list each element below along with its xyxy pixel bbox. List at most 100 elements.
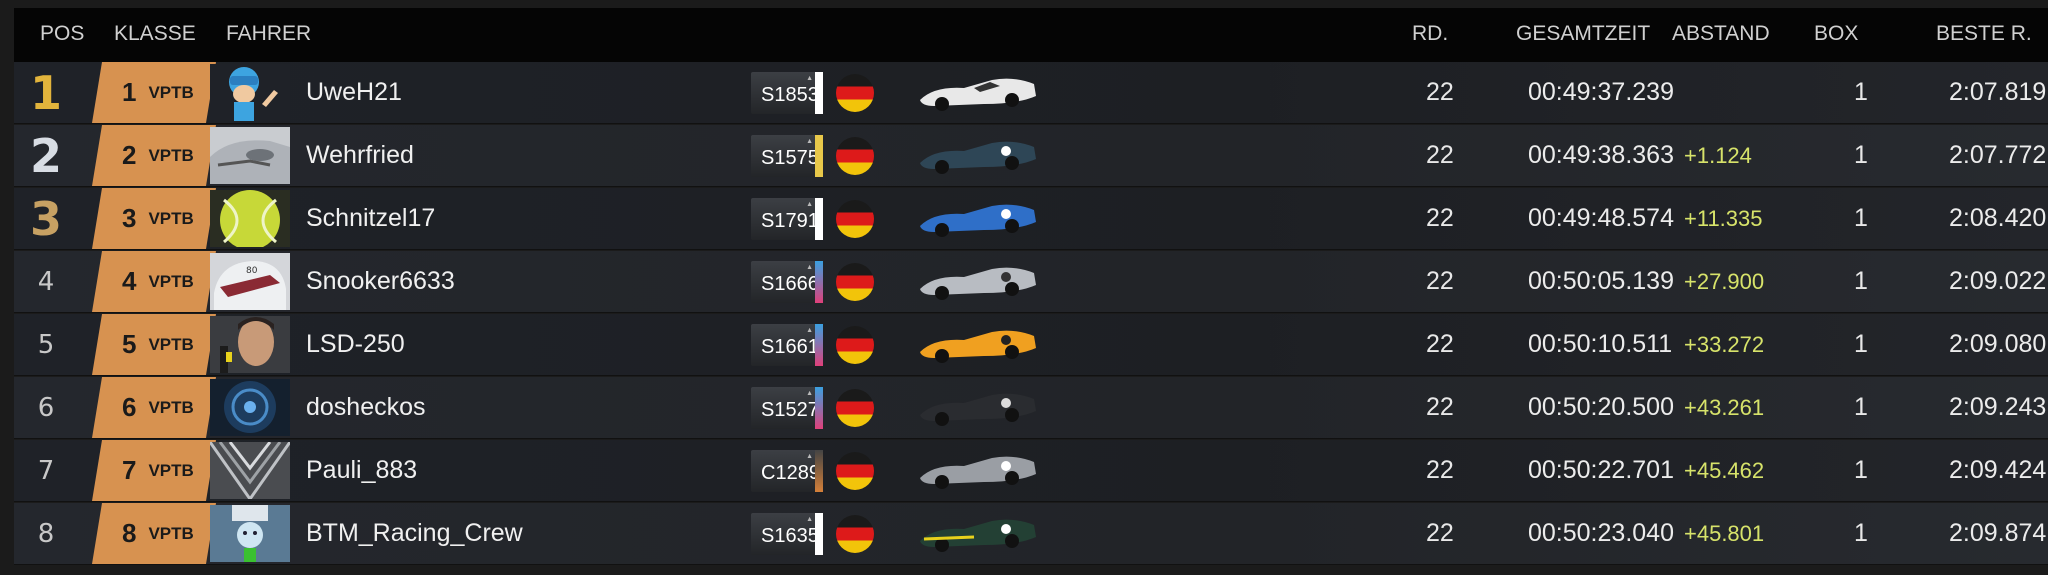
- germany-flag-icon: [836, 137, 874, 175]
- rating-stripe: [815, 261, 823, 303]
- total-time: 00:50:22.701: [1528, 456, 1674, 484]
- table-row[interactable]: 3 3 VPTB Schnitzel17 ▲ S1791 22 00:49:48…: [14, 188, 2048, 250]
- laps: 22: [1426, 330, 1454, 358]
- svg-text:80: 80: [246, 266, 258, 276]
- robot-avatar-icon: [210, 505, 290, 562]
- driver-name: Schnitzel17: [306, 204, 436, 232]
- laps: 22: [1426, 456, 1454, 484]
- total-time: 00:49:37.239: [1528, 78, 1674, 106]
- pit-stops: 1: [1854, 267, 1868, 295]
- gap: +45.462: [1684, 458, 1765, 483]
- total-time: 00:49:48.574: [1528, 204, 1674, 232]
- best-lap: 2:09.080: [1949, 330, 2047, 358]
- table-row[interactable]: 8 8 VPTB BTM_Racing_Crew ▲ S1635 22 00:5…: [14, 503, 2048, 565]
- cartoon-avatar-icon: [210, 64, 290, 121]
- driver-name: BTM_Racing_Crew: [306, 519, 523, 547]
- helmet-photo-avatar-icon: 80: [210, 253, 290, 310]
- pit-stops: 1: [1854, 78, 1868, 106]
- car-icon: [920, 204, 1036, 237]
- laps: 22: [1426, 204, 1454, 232]
- rating-logo-icon: ▲: [806, 75, 813, 82]
- results-list: 1 1 VPTB UweH21 ▲ S1853 22 00:49:37.239 …: [14, 62, 2048, 566]
- safety-rating-badge: ▲ S1527: [751, 387, 823, 429]
- best-lap: 2:07.772: [1949, 141, 2047, 169]
- laps: 22: [1426, 519, 1454, 547]
- class-badge: 5 VPTB: [92, 314, 216, 375]
- gap: +43.261: [1684, 395, 1765, 420]
- table-row[interactable]: 7 7 VPTB Pauli_883 ▲ C1289 22 00:50:22.7…: [14, 440, 2048, 502]
- germany-flag-icon: [836, 515, 874, 553]
- pit-stops: 1: [1854, 393, 1868, 421]
- gap: +45.801: [1684, 521, 1765, 546]
- table-row[interactable]: 2 2 VPTB Wehrfried ▲ S1575 22 00:49:38.3…: [14, 125, 2048, 187]
- laps: 22: [1426, 141, 1454, 169]
- car-icon: [920, 267, 1036, 300]
- germany-flag-icon: [836, 326, 874, 364]
- germany-flag-icon: [836, 263, 874, 301]
- position: 6: [37, 392, 55, 423]
- header-pos: POS: [40, 22, 85, 45]
- driver-name: LSD-250: [306, 330, 405, 358]
- total-time: 00:50:05.139: [1528, 267, 1674, 295]
- class-badge: 2 VPTB: [92, 125, 216, 186]
- gap: +1.124: [1684, 143, 1752, 168]
- total-time: 00:50:20.500: [1528, 393, 1674, 421]
- class-name: VPTB: [148, 397, 194, 417]
- rating-logo-icon: ▲: [806, 453, 813, 460]
- rating-stripe: [815, 72, 823, 114]
- class-badge: 8 VPTB: [92, 503, 216, 564]
- class-name: VPTB: [148, 460, 194, 480]
- position: 2: [29, 128, 62, 183]
- rating-stripe: [815, 324, 823, 366]
- gap: +11.335: [1684, 206, 1763, 231]
- safety-rating-badge: ▲ S1791: [751, 198, 823, 240]
- rating-stripe: [815, 135, 823, 177]
- table-header: POS KLASSE FAHRER RD. GESAMTZEIT ABSTAND…: [14, 8, 2048, 62]
- table-row[interactable]: 4 4 VPTB 80 Snooker6633 ▲ S1666 22 00:50…: [14, 251, 2048, 313]
- driver-name: UweH21: [306, 78, 402, 106]
- pit-stops: 1: [1854, 456, 1868, 484]
- total-time: 00:50:23.040: [1528, 519, 1674, 547]
- germany-flag-icon: [836, 200, 874, 238]
- avatar: [210, 442, 290, 499]
- driver-name: Wehrfried: [306, 141, 414, 169]
- blue-emblem-avatar-icon: [210, 379, 290, 436]
- rating-logo-icon: ▲: [806, 327, 813, 334]
- germany-flag-icon: [836, 74, 874, 112]
- position: 3: [29, 191, 62, 246]
- person-photo-avatar-icon: [210, 316, 290, 373]
- pit-stops: 1: [1854, 519, 1868, 547]
- germany-flag-icon: [836, 389, 874, 427]
- position: 7: [37, 455, 55, 486]
- avatar: [210, 505, 290, 562]
- pit-stops: 1: [1854, 330, 1868, 358]
- rating-logo-icon: ▲: [806, 138, 813, 145]
- class-badge: 3 VPTB: [92, 188, 216, 249]
- rating-stripe: [815, 198, 823, 240]
- class-position: 5: [122, 329, 137, 359]
- rating-logo-icon: ▲: [806, 201, 813, 208]
- safety-rating-badge: ▲ C1289: [751, 450, 823, 492]
- header-beste-runde: BESTE R.: [1936, 22, 2032, 45]
- class-badge: 1 VPTB: [92, 62, 216, 123]
- car-icon: [920, 456, 1036, 489]
- safety-rating-badge: ▲ S1635: [751, 513, 823, 555]
- safety-rating-badge: ▲ S1666: [751, 261, 823, 303]
- class-position: 1: [122, 77, 137, 107]
- header-gesamtzeit: GESAMTZEIT: [1516, 22, 1651, 45]
- table-row[interactable]: 6 6 VPTB dosheckos ▲ S1527 22 00:50:20.5…: [14, 377, 2048, 439]
- position: 5: [37, 329, 55, 360]
- avatar: 80: [210, 253, 290, 310]
- car-icon: [920, 330, 1036, 363]
- total-time: 00:49:38.363: [1528, 141, 1674, 169]
- best-lap: 2:07.819: [1949, 78, 2047, 106]
- avatar: [210, 190, 290, 247]
- position: 1: [29, 65, 62, 120]
- class-position: 6: [122, 392, 137, 422]
- table-row[interactable]: 1 1 VPTB UweH21 ▲ S1853 22 00:49:37.239 …: [14, 62, 2048, 124]
- avatar: [210, 379, 290, 436]
- best-lap: 2:09.243: [1949, 393, 2047, 421]
- rating-logo-icon: ▲: [806, 390, 813, 397]
- pattern-avatar-icon: [210, 442, 290, 499]
- table-row[interactable]: 5 5 VPTB LSD-250 ▲ S1661 22 00:50:10.511…: [14, 314, 2048, 376]
